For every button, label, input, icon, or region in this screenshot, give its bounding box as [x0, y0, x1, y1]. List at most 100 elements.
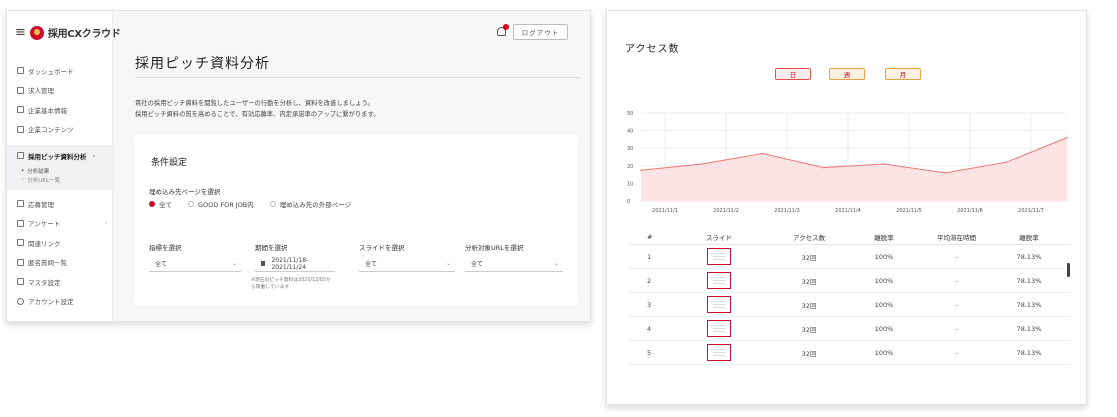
table-row[interactable]: 1 32回 100% - 78.13% — [629, 245, 1071, 269]
metric-value: 全て — [155, 261, 168, 268]
sidebar-item-jobs[interactable]: 求人管理 — [7, 81, 113, 101]
sidebar-item-dashboard[interactable]: ダッシュボード — [7, 61, 113, 81]
cell-stay: - — [955, 348, 958, 357]
metric-select[interactable]: 全て ⌄ — [149, 256, 241, 272]
table-row[interactable]: 5 32回 100% - 78.13% — [629, 341, 1071, 365]
y-tick-label: 0 — [627, 199, 630, 205]
link-icon — [17, 239, 24, 247]
col-header-access: アクセス数 — [792, 234, 826, 242]
data-point — [1005, 161, 1007, 164]
cell-rate: 78.13% — [1016, 252, 1042, 261]
sidebar-item-label: ダッシュボード — [28, 67, 74, 76]
data-point — [1066, 136, 1068, 139]
url-label: 分析対象URLを選択 — [465, 244, 524, 252]
cell-leave: 100% — [874, 276, 894, 285]
hamburger-menu-icon[interactable]: ≡ — [15, 25, 26, 40]
cell-no: 1 — [647, 252, 652, 261]
col-header-leave: 離脱率 — [874, 234, 894, 242]
cell-slide — [669, 344, 769, 361]
chevron-down-icon: ⌄ — [553, 260, 559, 267]
col-header-no: # — [647, 233, 653, 241]
url-select[interactable]: 全て ⌄ — [465, 256, 563, 272]
sidebar-item-master-settings[interactable]: マスタ設定 — [7, 272, 113, 292]
slide-select[interactable]: 全て ⌄ — [359, 256, 455, 272]
embed-page-label: 埋め込み先ページを選択 — [149, 188, 221, 196]
y-tick-label: 40 — [627, 129, 633, 135]
cell-access: 32回 — [801, 277, 817, 286]
sidebar-item-label: 関連リンク — [28, 239, 61, 248]
sidebar-item-label: 匿名質問一覧 — [28, 259, 67, 268]
chevron-down-icon: ⌄ — [445, 260, 451, 267]
period-button-month[interactable]: 月 — [885, 68, 921, 80]
embed-page-radio-group: 全て GOOD FOR JOB内 埋め込み先の外部ページ — [149, 199, 351, 209]
metric-label: 指標を選択 — [149, 244, 182, 252]
sidebar-item-applications[interactable]: 応募管理 — [7, 194, 113, 214]
sidebar-item-label: 企業基本情報 — [28, 106, 67, 115]
x-tick-label: 2021/11/7 — [1018, 208, 1044, 214]
x-tick-label: 2021/11/2 — [713, 208, 739, 214]
data-point — [883, 163, 886, 165]
table-scrollbar[interactable] — [1067, 263, 1070, 277]
radio-dot — [188, 201, 194, 207]
cell-stay: - — [955, 276, 958, 285]
period-input[interactable]: 2021/11/18-2021/11/24 — [255, 256, 335, 272]
data-point — [944, 172, 947, 174]
period-button-day[interactable]: 日 — [775, 68, 811, 80]
sidebar-item-company-content[interactable]: 企業コンテンツ — [7, 120, 113, 140]
logout-button[interactable]: ログアウト — [513, 24, 568, 40]
sidebar-item-pitch-analysis[interactable]: 採用ピッチ資料分析 ⌄ — [7, 145, 113, 166]
period-button-week[interactable]: 週 — [829, 68, 865, 80]
slide-thumbnail[interactable] — [707, 344, 731, 361]
x-tick-label: 2021/11/1 — [652, 208, 678, 214]
cell-stay: - — [955, 324, 958, 333]
period-label: 期間を選択 — [255, 244, 288, 252]
cell-access: 32回 — [801, 301, 817, 310]
radio-label: 全て — [159, 201, 172, 209]
url-value: 全て — [471, 261, 484, 268]
condition-card: 条件設定 埋め込み先ページを選択 全て GOOD FOR JOB内 埋め込み先の… — [135, 135, 577, 305]
section-title: アクセス数 — [625, 44, 680, 55]
radio-external-page[interactable]: 埋め込み先の外部ページ — [269, 199, 351, 209]
radio-good-for-job[interactable]: GOOD FOR JOB内 — [188, 199, 254, 209]
sidebar-subitem-url-list[interactable]: 分析URL一覧 — [7, 175, 113, 184]
sidebar-item-account-settings[interactable]: アカウント設定 — [7, 292, 113, 312]
grid-icon — [17, 67, 24, 75]
sidebar: ≡ 採用CXクラウド ダッシュボード 求人管理 企業基本情報 企業コンテンツ 採… — [7, 11, 121, 321]
chat-icon — [17, 258, 24, 266]
sidebar-item-anonymous-questions[interactable]: 匿名質問一覧 — [7, 253, 113, 273]
slide-table: # スライド アクセス数 離脱率 平均滞在時間 離脱率 1 32回 100% -… — [629, 230, 1071, 365]
slide-thumbnail[interactable] — [707, 320, 731, 337]
database-icon — [17, 278, 24, 286]
building-icon — [17, 106, 24, 114]
sidebar-item-company-info[interactable]: 企業基本情報 — [7, 100, 113, 120]
table-row[interactable]: 4 32回 100% - 78.13% — [629, 317, 1071, 341]
sidebar-item-survey[interactable]: アンケート › — [7, 214, 113, 234]
topbar: ログアウト — [113, 11, 590, 55]
page-title: 採用ピッチ資料分析 — [135, 56, 270, 72]
y-tick-label: 30 — [627, 146, 633, 152]
inbox-icon — [17, 200, 24, 208]
table-row[interactable]: 3 32回 100% - 78.13% — [629, 293, 1071, 317]
access-chart: 0 10 20 30 40 50 2021/11/1 2021/11/2 2021/11/3 20… — [627, 111, 1068, 214]
slide-thumbnail[interactable] — [707, 296, 731, 313]
cell-rate: 78.13% — [1016, 348, 1042, 357]
slide-thumbnail[interactable] — [707, 272, 731, 289]
chevron-down-icon: ⌄ — [91, 152, 97, 159]
sidebar-subitem-results[interactable]: 分析結果 — [7, 166, 113, 175]
series-area — [641, 137, 1067, 201]
cell-leave: 100% — [874, 324, 894, 333]
slide-thumbnail[interactable] — [707, 248, 731, 265]
col-header-slide: スライド — [706, 234, 732, 242]
sidebar-item-links[interactable]: 関連リンク — [7, 233, 113, 253]
cell-rate: 78.13% — [1016, 276, 1042, 285]
brand[interactable]: ≡ 採用CXクラウド — [15, 25, 121, 40]
table-row[interactable]: 2 32回 100% - 78.13% — [629, 269, 1071, 293]
cell-slide — [669, 296, 769, 313]
cell-no: 4 — [647, 324, 652, 333]
chevron-down-icon: ⌄ — [231, 260, 237, 267]
chart-line-icon — [17, 152, 24, 159]
sidebar-item-label: アンケート — [28, 220, 61, 229]
radio-all[interactable]: 全て — [149, 199, 172, 209]
content-icon — [17, 125, 24, 133]
notification-badge — [503, 24, 509, 30]
